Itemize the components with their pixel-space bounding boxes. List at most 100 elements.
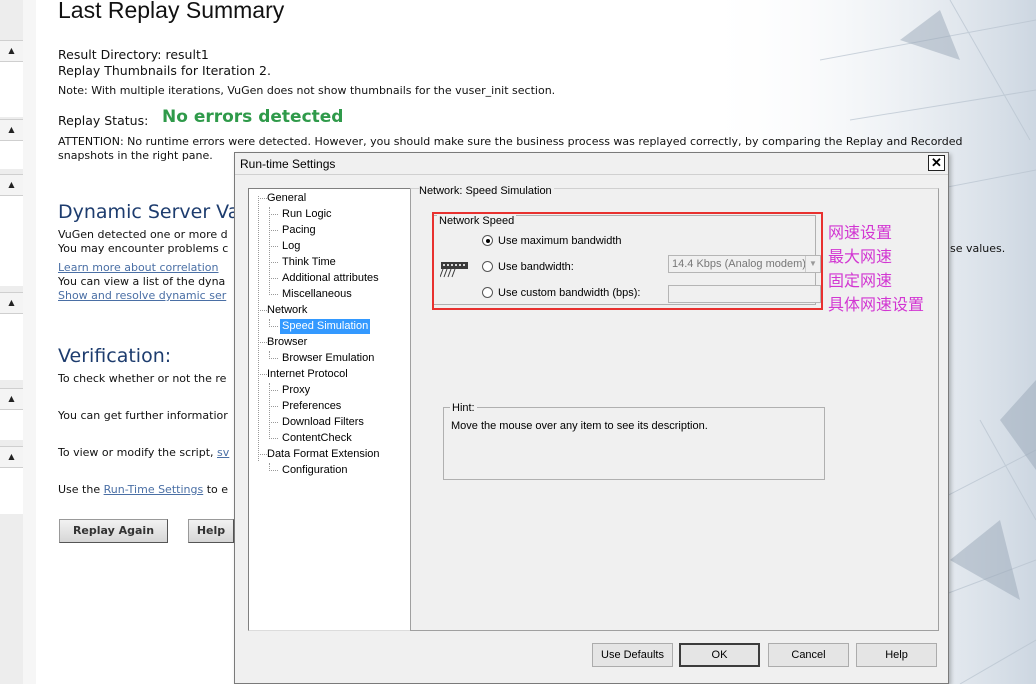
tree-connector [258, 454, 267, 455]
collapse-section-button[interactable]: ▲ [0, 292, 23, 314]
collapse-section-button[interactable]: ▲ [0, 174, 23, 196]
verification-text: to e [206, 483, 229, 496]
tree-connector [258, 342, 267, 343]
tree-item-internet-protocol[interactable]: Internet Protocol [267, 367, 348, 382]
verification-line: Use the Run-Time Settings to e [58, 483, 228, 496]
tree-item-pacing[interactable]: Pacing [282, 223, 316, 238]
correlation-link[interactable]: Learn more about correlation [58, 261, 219, 274]
iteration-note: Note: With multiple iterations, VuGen do… [58, 84, 556, 97]
tree-item-content-check[interactable]: ContentCheck [282, 431, 352, 446]
dynamic-line-tail: se values. [950, 242, 1006, 255]
verification-text: Use the [58, 483, 101, 496]
collapse-arrow-icon: ▲ [8, 452, 15, 461]
tree-connector [269, 422, 278, 423]
verification-heading: Verification: [58, 345, 172, 367]
dialog-help-button[interactable]: Help [856, 643, 937, 667]
page-title: Last Replay Summary [58, 0, 285, 23]
dynamic-line: You may encounter problems c [58, 242, 229, 255]
tree-connector [269, 207, 270, 295]
tree-connector [258, 196, 259, 461]
settings-tree: General Run Logic Pacing Log Think Time … [248, 188, 411, 631]
strip-pad [0, 468, 23, 514]
tree-item-browser-emulation[interactable]: Browser Emulation [282, 351, 374, 366]
dynamic-line: You can view a list of the dyna [58, 275, 226, 288]
collapse-arrow-icon: ▲ [8, 298, 15, 307]
tree-item-think-time[interactable]: Think Time [282, 255, 336, 270]
tree-connector [269, 390, 278, 391]
dialog-titlebar[interactable]: Run-time Settings ✕ [235, 153, 948, 175]
script-link[interactable]: sv [217, 446, 229, 459]
tree-item-data-format-extension[interactable]: Data Format Extension [267, 447, 380, 462]
collapse-section-button[interactable]: ▲ [0, 119, 23, 141]
verification-text: To view or modify the script, [58, 446, 214, 459]
tree-item-browser[interactable]: Browser [267, 335, 307, 350]
strip-pad [0, 62, 23, 117]
run-time-settings-link[interactable]: Run-Time Settings [104, 483, 204, 496]
tree-connector [269, 383, 270, 439]
hint-legend: Hint: [450, 402, 477, 414]
dynamic-values-link[interactable]: Show and resolve dynamic ser [58, 289, 226, 302]
close-button[interactable]: ✕ [928, 155, 945, 171]
use-defaults-button[interactable]: Use Defaults [592, 643, 673, 667]
collapse-arrow-icon: ▲ [8, 46, 15, 55]
tree-connector [269, 470, 278, 471]
tree-connector [269, 278, 278, 279]
tree-connector [269, 230, 278, 231]
thumbnails-line: Replay Thumbnails for Iteration 2. [58, 63, 271, 78]
annotation-max-speed: 最大网速 [828, 247, 893, 266]
panel-title: Network: Speed Simulation [419, 185, 554, 197]
tree-item-miscellaneous[interactable]: Miscellaneous [282, 287, 352, 302]
collapse-section-button[interactable]: ▲ [0, 388, 23, 410]
tree-connector [269, 326, 278, 327]
left-collapse-strip: ▲ ▲ ▲ ▲ ▲ ▲ [0, 0, 36, 684]
strip-pad [0, 410, 23, 440]
tree-connector [269, 262, 278, 263]
tree-connector [269, 406, 278, 407]
tree-connector [258, 198, 267, 199]
collapse-arrow-icon: ▲ [8, 125, 15, 134]
replay-again-button[interactable]: Replay Again [59, 519, 168, 543]
tree-item-run-logic[interactable]: Run Logic [282, 207, 332, 222]
dynamic-values-heading: Dynamic Server Va [58, 201, 240, 223]
tree-item-additional-attributes[interactable]: Additional attributes [282, 271, 379, 286]
tree-connector [269, 438, 278, 439]
tree-connector [258, 310, 267, 311]
strip-pad [0, 196, 23, 286]
ok-button[interactable]: OK [679, 643, 760, 667]
strip-pad [0, 314, 23, 380]
tree-item-download-filters[interactable]: Download Filters [282, 415, 364, 430]
verification-line: To view or modify the script, sv [58, 446, 229, 459]
attention-line: ATTENTION: No runtime errors were detect… [58, 135, 963, 148]
cancel-button[interactable]: Cancel [768, 643, 849, 667]
tree-item-log[interactable]: Log [282, 239, 300, 254]
tree-connector [269, 358, 278, 359]
tree-item-proxy[interactable]: Proxy [282, 383, 310, 398]
tree-item-speed-simulation[interactable]: Speed Simulation [280, 319, 371, 334]
verification-line: To check whether or not the re [58, 372, 227, 385]
help-button[interactable]: Help [188, 519, 234, 543]
tree-connector [258, 374, 267, 375]
tree-item-general[interactable]: General [267, 191, 306, 206]
tree-connector [269, 246, 278, 247]
left-gutter [23, 0, 36, 684]
replay-status-value: No errors detected [162, 107, 344, 127]
hint-text: Move the mouse over any item to see its … [451, 420, 708, 432]
hint-group [443, 407, 825, 480]
annotation-fixed-speed: 固定网速 [828, 271, 893, 290]
annotation-highlight-box [432, 212, 823, 310]
close-icon: ✕ [931, 155, 942, 170]
collapse-arrow-icon: ▲ [8, 394, 15, 403]
tree-connector [269, 294, 278, 295]
tree-item-configuration[interactable]: Configuration [282, 463, 347, 478]
attention-line: snapshots in the right pane. [58, 149, 213, 162]
tree-item-preferences[interactable]: Preferences [282, 399, 341, 414]
tree-connector [269, 214, 278, 215]
dynamic-line: VuGen detected one or more d [58, 228, 228, 241]
replay-status-label: Replay Status: [58, 113, 149, 128]
collapse-arrow-icon: ▲ [8, 180, 15, 189]
collapse-section-button[interactable]: ▲ [0, 40, 23, 62]
dialog-title: Run-time Settings [240, 157, 336, 171]
strip-pad [0, 141, 23, 169]
collapse-section-button[interactable]: ▲ [0, 446, 23, 468]
tree-item-network[interactable]: Network [267, 303, 307, 318]
